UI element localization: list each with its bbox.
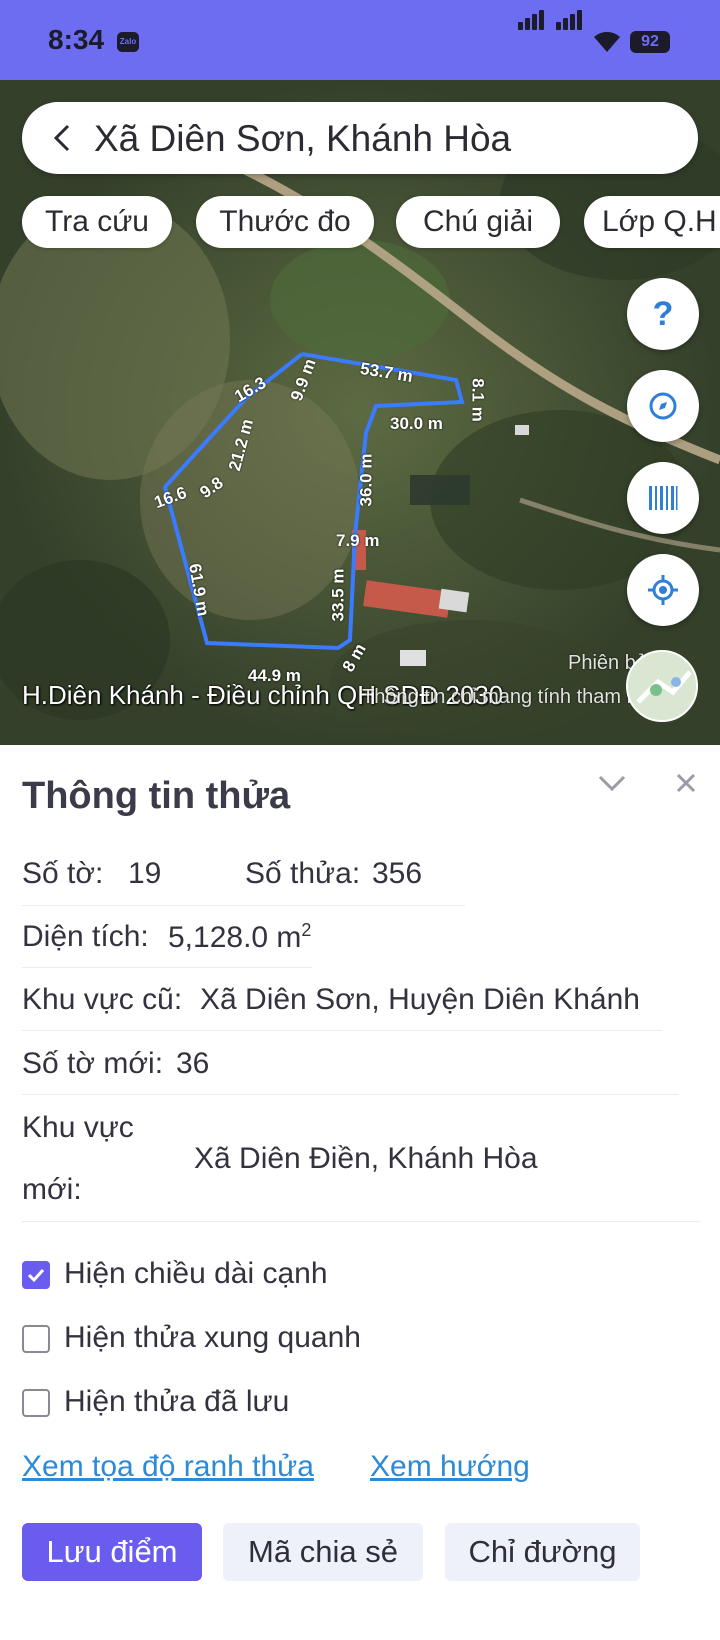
so-to-moi-value: 36 [176,1047,210,1080]
compass-button[interactable] [627,370,699,442]
chip-tra-cuu[interactable]: Tra cứu [22,196,172,248]
wifi-icon [594,31,620,52]
barcode-button[interactable] [627,462,699,534]
divider [22,967,312,968]
so-thua-value: 356 [372,857,423,890]
view-boundary-coords-link[interactable]: Xem tọa độ ranh thửa [22,1450,314,1484]
map-view[interactable]: 53.7 m 8.1 m 30.0 m 36.0 m 7.9 m 33.5 m … [0,80,720,745]
chevron-down-icon[interactable] [596,767,628,799]
so-to-label: Số tờ: [22,857,104,890]
chip-lop-qh[interactable]: Lớp Q.H [584,196,720,248]
khu-vuc-cu-label: Khu vực cũ: [22,983,183,1016]
zalo-notification-icon: Zalo [117,32,139,52]
divider [22,1030,662,1031]
barcode-icon [649,486,678,510]
panel-title: Thông tin thửa [22,775,291,817]
help-button[interactable]: ? [627,278,699,350]
layer-switch-button[interactable] [626,650,698,722]
share-code-button[interactable]: Mã chia sẻ [223,1523,423,1581]
locate-icon [648,575,678,605]
show-saved-parcels-checkbox[interactable] [22,1389,50,1417]
back-arrow-icon[interactable] [46,122,78,154]
show-edge-length-label[interactable]: Hiện chiều dài cạnh [64,1257,328,1291]
khu-vuc-cu-value: Xã Diên Sơn, Huyện Diên Khánh [200,983,640,1016]
unit-superscript: 2 [301,920,312,940]
map-disclaimer: Thông tin chỉ mang tính tham khảo [362,686,670,708]
so-to-moi-label: Số tờ mới: [22,1047,164,1080]
edge-label: 30.0 m [390,414,443,433]
parcel-info-panel: Thông tin thửa Số tờ: 19 Số thửa: 356 Di… [0,745,720,1640]
show-surrounding-parcels-label[interactable]: Hiện thửa xung quanh [64,1321,361,1355]
compass-icon [649,392,677,420]
divider [22,905,465,906]
status-bar: 8:34 Zalo 92 [0,0,720,80]
help-icon: ? [652,294,674,333]
khu-vuc-moi-label: mới: [22,1173,82,1206]
so-thua-label: Số thửa: [245,857,361,890]
divider [22,1221,700,1222]
status-time: 8:34 [48,24,105,55]
view-direction-link[interactable]: Xem hướng [370,1450,530,1484]
location-title: Xã Diên Sơn, Khánh Hòa [94,118,512,159]
check-icon [27,1268,45,1283]
save-point-button[interactable]: Lưu điểm [22,1523,202,1581]
edge-label: 36.0 m [356,453,376,507]
battery-icon: 92 [630,31,670,53]
chip-thuoc-do[interactable]: Thước đo [196,196,374,248]
khu-vuc-moi-value: Xã Diên Điền, Khánh Hòa [194,1142,538,1175]
close-icon[interactable] [670,767,702,799]
show-surrounding-parcels-checkbox[interactable] [22,1325,50,1353]
dien-tich-label: Diện tích: [22,920,149,953]
edge-label: 7.9 m [336,531,380,550]
divider [22,1094,679,1095]
chip-chu-giai[interactable]: Chú giải [396,196,560,248]
show-edge-length-checkbox[interactable] [22,1261,50,1289]
so-to-value: 19 [128,857,162,890]
edge-label: 8.1 m [468,378,488,422]
khu-vuc-moi-label: Khu vực [22,1111,134,1144]
location-search-bar[interactable]: Xã Diên Sơn, Khánh Hòa [22,102,698,174]
dien-tich-value: 5,128.0 m2 [168,920,312,954]
directions-button[interactable]: Chỉ đường [445,1523,640,1581]
locate-button[interactable] [627,554,699,626]
show-saved-parcels-label[interactable]: Hiện thửa đã lưu [64,1385,289,1419]
edge-label: 33.5 m [328,568,348,622]
